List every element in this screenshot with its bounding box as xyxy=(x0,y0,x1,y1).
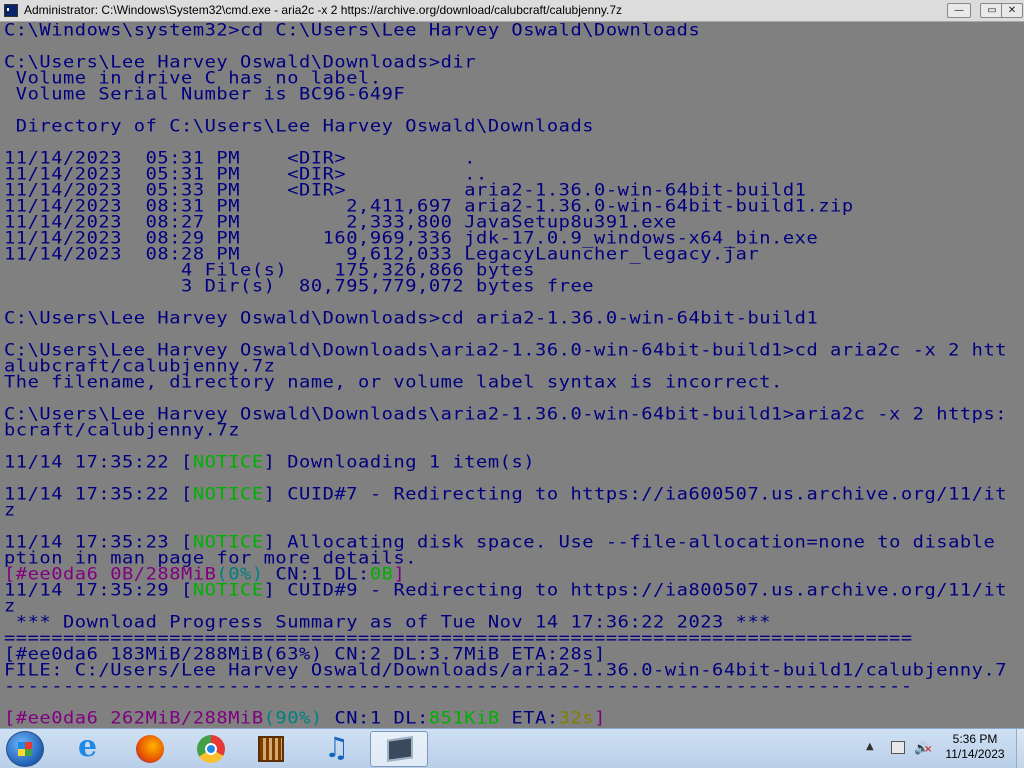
separator-rule: ========================================… xyxy=(4,629,913,649)
console-line: Directory of C:\Users\Lee Harvey Oswald\… xyxy=(4,117,595,137)
separator-rule: ----------------------------------------… xyxy=(4,677,913,697)
minimize-button[interactable]: — xyxy=(947,3,971,18)
console-line: alubcraft/calubjenny.7z xyxy=(4,357,276,377)
progress-line: [#ee0da6 262MiB/288MiB(90%) CN:1 DL:851K… xyxy=(4,709,606,728)
console-line: C:\Users\Lee Harvey Oswald\Downloads\ari… xyxy=(4,341,1008,361)
window-title-bar[interactable]: Administrator: C:\Windows\System32\cmd.e… xyxy=(0,0,1024,22)
close-button[interactable]: ✕ xyxy=(1001,3,1023,18)
itunes-icon[interactable] xyxy=(310,731,362,767)
progress-eta-label: ETA: xyxy=(499,709,559,728)
console-line: z xyxy=(4,501,16,521)
taskbar: ▲ 🔊 5:36 PM 11/14/2023 xyxy=(0,728,1024,768)
console-line: ption in man page for more details. xyxy=(4,549,418,569)
internet-explorer-icon[interactable] xyxy=(64,729,116,767)
file-path-line: FILE: C:/Users/Lee Harvey Oswald/Downloa… xyxy=(4,661,1008,681)
system-clock[interactable]: 5:36 PM 11/14/2023 xyxy=(940,732,1010,762)
start-button[interactable] xyxy=(6,731,44,767)
notice-line: 11/14 17:35:22 [NOTICE] CUID#7 - Redirec… xyxy=(4,485,1008,505)
dir-summary-dirs: 3 Dir(s) 80,795,779,072 bytes free xyxy=(4,277,595,297)
console-line: C:\Windows\system32>cd C:\Users\Lee Harv… xyxy=(4,23,701,41)
log-timestamp: 11/14 17:35:29 [ xyxy=(4,581,193,601)
progress-eta: 32s xyxy=(558,709,595,728)
console-line: C:\Users\Lee Harvey Oswald\Downloads>cd … xyxy=(4,309,819,329)
dir-listing-row: 11/14/2023 08:31 PM 2,411,697 aria2-1.36… xyxy=(4,197,854,217)
chrome-icon[interactable] xyxy=(186,731,238,767)
progress-summary-heading: *** Download Progress Summary as of Tue … xyxy=(4,613,772,633)
dir-listing-row: 11/14/2023 08:29 PM 160,969,336 jdk-17.0… xyxy=(4,229,819,249)
console-line: C:\Users\Lee Harvey Oswald\Downloads>dir xyxy=(4,53,477,73)
console-line: z xyxy=(4,597,16,617)
dir-listing-row: 11/14/2023 08:28 PM 9,612,033 LegacyLaun… xyxy=(4,245,760,265)
log-message: ] CUID#7 - Redirecting to https://ia6005… xyxy=(263,485,1008,505)
progress-line: [#ee0da6 0B/288MiB(0%) CN:1 DL:0B] xyxy=(4,566,405,583)
firefox-icon[interactable] xyxy=(124,731,176,767)
show-desktop-button[interactable] xyxy=(1016,729,1024,768)
error-message: The filename, directory name, or volume … xyxy=(4,373,783,393)
progress-conn: CN:1 DL: xyxy=(322,709,429,728)
progress-dl-speed: 851KiB xyxy=(428,709,500,728)
progress-bracket: [#ee0da6 262MiB/288MiB xyxy=(4,709,264,728)
dir-listing-row: 11/14/2023 05:33 PM <DIR> aria2-1.36.0-w… xyxy=(4,181,807,201)
clock-date: 11/14/2023 xyxy=(945,747,1005,761)
winrar-icon[interactable] xyxy=(244,731,296,767)
log-message: ] Downloading 1 item(s) xyxy=(263,453,536,473)
volume-muted-icon[interactable]: 🔊 xyxy=(914,741,932,757)
cmd-app-icon xyxy=(4,4,18,17)
notice-tag: NOTICE xyxy=(192,453,264,473)
progress-percent: (90%) xyxy=(263,709,323,728)
clock-time: 5:36 PM xyxy=(952,732,998,746)
log-timestamp: 11/14 17:35:22 [ xyxy=(4,453,193,473)
console-output[interactable]: C:\Windows\system32>cd C:\Users\Lee Harv… xyxy=(0,23,1024,728)
progress-line: [#ee0da6 183MiB/288MiB(63%) CN:2 DL:3.7M… xyxy=(4,645,606,665)
dir-listing-row: 11/14/2023 05:31 PM <DIR> . xyxy=(4,149,477,169)
progress-bracket: ] xyxy=(594,709,606,728)
console-line: Volume in drive C has no label. xyxy=(4,69,382,89)
console-line: C:\Users\Lee Harvey Oswald\Downloads\ari… xyxy=(4,405,1008,425)
notice-line: 11/14 17:35:29 [NOTICE] CUID#9 - Redirec… xyxy=(4,581,1008,601)
notice-line: 11/14 17:35:22 [NOTICE] Downloading 1 it… xyxy=(4,453,536,473)
show-hidden-icons-arrow[interactable]: ▲ xyxy=(866,741,874,752)
cmd-taskbar-icon[interactable] xyxy=(370,731,428,767)
dir-summary-files: 4 File(s) 175,326,866 bytes xyxy=(4,261,536,281)
notice-tag: NOTICE xyxy=(192,581,264,601)
notice-tag: NOTICE xyxy=(192,485,264,505)
dir-listing-row: 11/14/2023 08:27 PM 2,333,800 JavaSetup8… xyxy=(4,213,677,233)
notice-line: 11/14 17:35:23 [NOTICE] Allocating disk … xyxy=(4,534,995,551)
window-title: Administrator: C:\Windows\System32\cmd.e… xyxy=(24,3,623,17)
dir-listing-row: 11/14/2023 05:31 PM <DIR> .. xyxy=(4,165,488,185)
console-line: Volume Serial Number is BC96-649F xyxy=(4,85,406,105)
log-message: ] CUID#9 - Redirecting to https://ia8005… xyxy=(263,581,1008,601)
console-line: bcraft/calubjenny.7z xyxy=(4,421,241,441)
log-timestamp: 11/14 17:35:22 [ xyxy=(4,485,193,505)
action-center-flag-icon[interactable] xyxy=(891,741,905,754)
